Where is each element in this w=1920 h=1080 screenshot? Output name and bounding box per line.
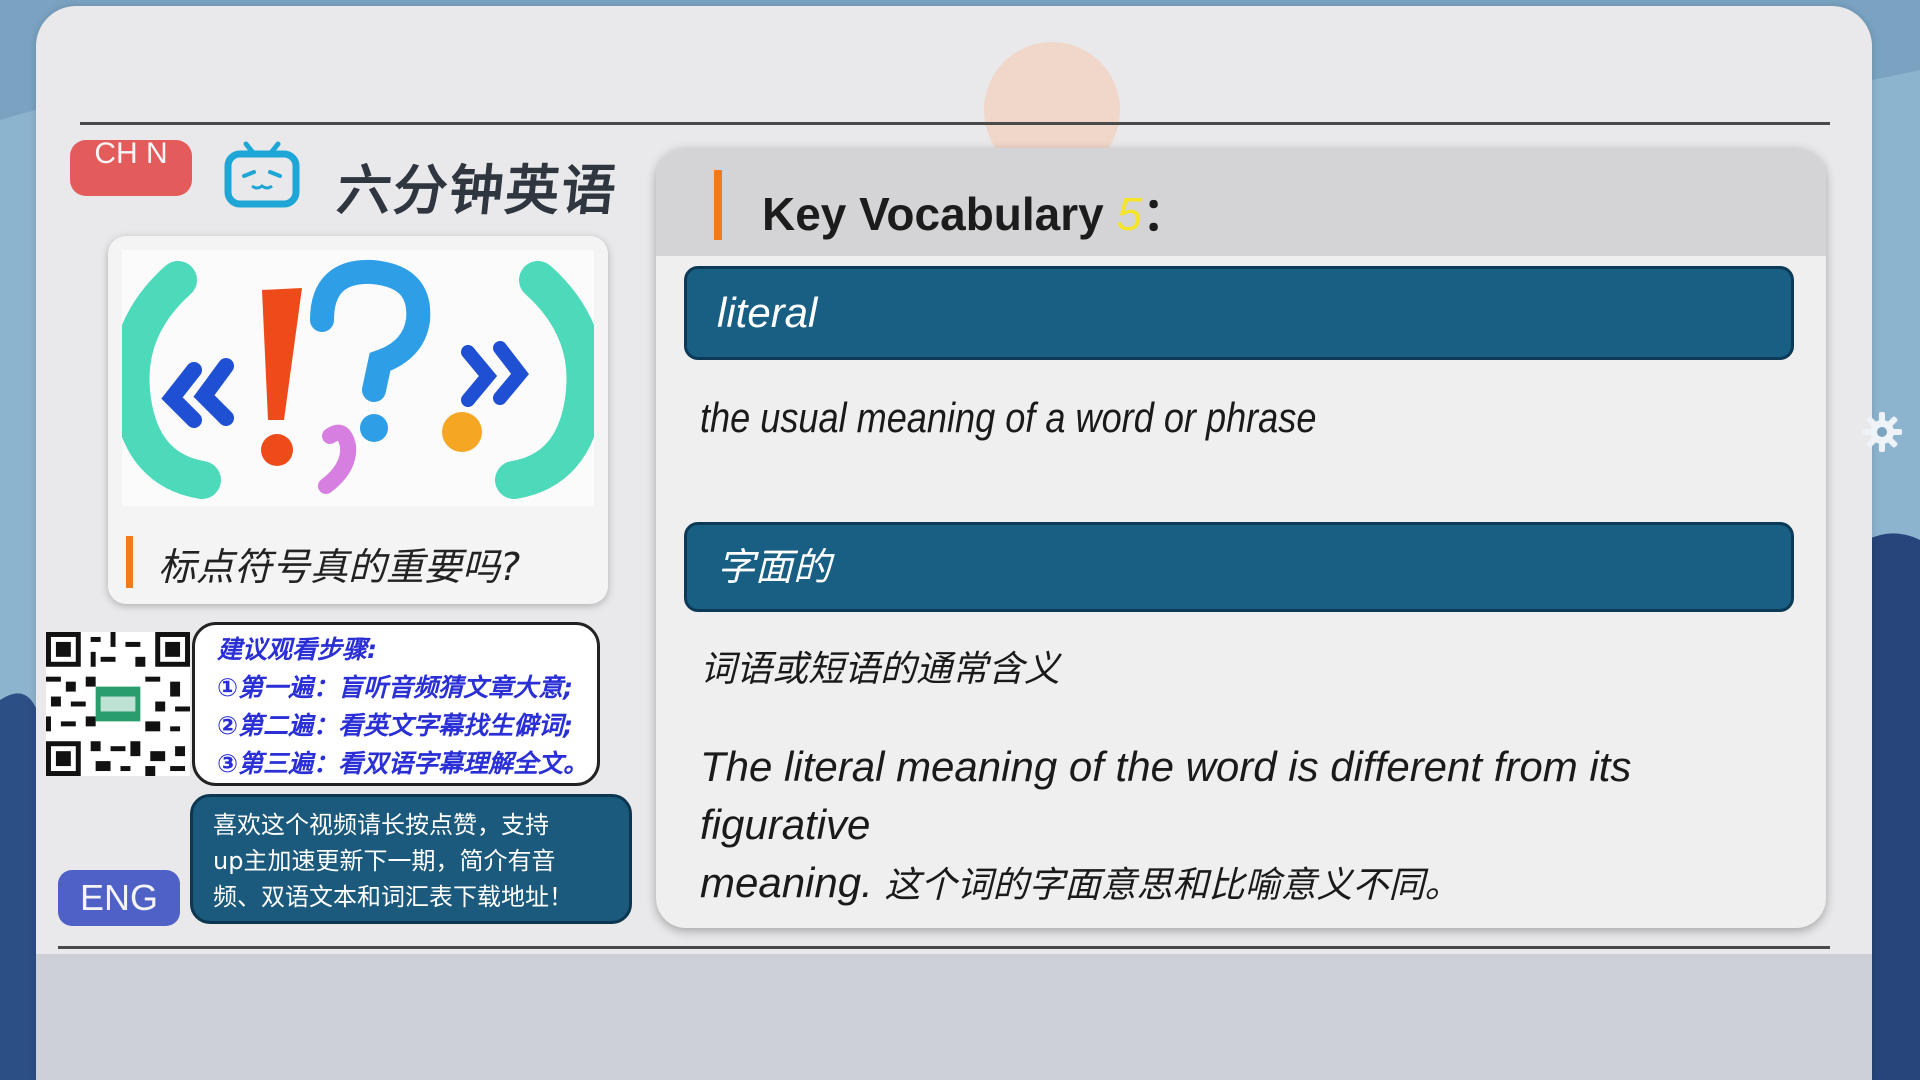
support-line: 频、双语文本和词汇表下载地址！ (213, 883, 573, 911)
vocab-definition-chinese: 词语或短语的通常含义 (700, 649, 1061, 690)
qr-code (46, 632, 190, 776)
vocab-word-english: literal (684, 266, 1794, 360)
vocabulary-title: Key Vocabulary 5： (762, 178, 1188, 244)
vocab-word-chinese: 字面的 (684, 522, 1794, 612)
punctuation-illustration (122, 250, 594, 506)
vocabulary-number: 5 (1116, 188, 1143, 240)
footer-band (36, 954, 1872, 1080)
viewing-steps-box: 建议观看步骤: ①第一遍：盲听音频猜文章大意; ②第二遍：看英文字幕找生僻词; … (192, 622, 600, 786)
vocab-example-sentence: The literal meaning of the word is diffe… (700, 738, 1800, 915)
support-message-box: 喜欢这个视频请长按点赞，支持 up主加速更新下一期，简介有音 频、双语文本和词汇… (190, 794, 632, 924)
vocabulary-colon: ： (1142, 188, 1189, 240)
example-line2: meaning. 这个词的字面意思和比喻意义不同。 (700, 854, 1800, 915)
bottom-divider (58, 946, 1830, 949)
episode-title: 标点符号真的重要吗? (158, 545, 521, 589)
chinese-language-button[interactable]: CH N (70, 140, 192, 196)
example-chinese: 这个词的字面意思和比喻意义不同。 (884, 865, 1461, 906)
example-english-line1: The literal meaning of the word is diffe… (700, 743, 1632, 848)
top-divider (80, 122, 1830, 125)
tv-logo-icon (224, 141, 300, 208)
vocab-definition-english: the usual meaning of a word or phrase (700, 394, 1317, 441)
support-line: up主加速更新下一期，简介有音 (213, 847, 556, 875)
english-language-button[interactable]: ENG (58, 870, 180, 926)
vocabulary-panel: Key Vocabulary 5： literal the usual mean… (656, 148, 1826, 928)
step-item: ③第三遍：看双语字幕理解全文。 (217, 749, 589, 778)
vocabulary-title-text: Key Vocabulary (762, 188, 1104, 240)
step-item: ①第一遍：盲听音频猜文章大意; (217, 673, 574, 702)
support-line: 喜欢这个视频请长按点赞，支持 (213, 811, 549, 839)
vocabulary-accent-bar (714, 170, 722, 240)
gear-icon[interactable] (1860, 410, 1904, 454)
brand-title: 六分钟英语 (334, 159, 621, 222)
step-item: ②第二遍：看英文字幕找生僻词; (217, 711, 574, 740)
example-english-line2: meaning. (700, 859, 873, 906)
title-accent-bar (126, 536, 133, 588)
episode-thumbnail-card[interactable]: 标点符号真的重要吗? (108, 236, 608, 604)
steps-heading: 建议观看步骤: (217, 635, 377, 664)
